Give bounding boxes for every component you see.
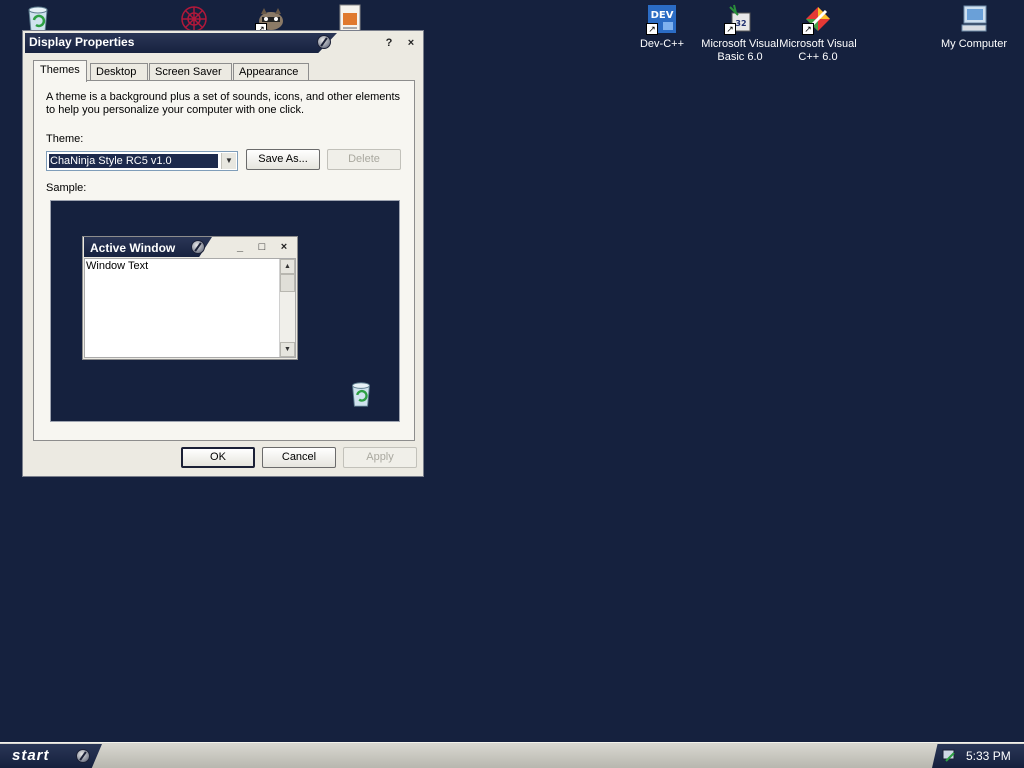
tab-screen-saver[interactable]: Screen Saver — [149, 63, 232, 81]
desktop-icon-visual-cpp[interactable]: ↗ Microsoft Visual C++ 6.0 — [778, 3, 858, 64]
sample-preview: Active Window _ □ × Window Text ▲ ▼ — [50, 200, 400, 422]
theme-orb-icon — [317, 35, 331, 49]
close-icon: × — [280, 241, 288, 253]
sample-scrollbar: ▲ ▼ — [279, 259, 295, 357]
scroll-thumb — [280, 274, 295, 292]
close-button[interactable]: × — [404, 36, 418, 50]
chevron-down-icon[interactable]: ▼ — [221, 153, 236, 169]
visual-basic-icon: 32 ↗ — [724, 3, 756, 35]
tray-network-icon[interactable] — [942, 748, 958, 764]
save-as-button[interactable]: Save As... — [246, 149, 320, 170]
scroll-down-icon: ▼ — [280, 342, 295, 357]
desktop: Re ↗ DEV ↗ Dev-C++ 32 ↗ Microsoft Visual… — [0, 0, 1024, 742]
minimize-icon: _ — [236, 241, 244, 253]
desktop-icon-dev-cpp[interactable]: DEV ↗ Dev-C++ — [622, 3, 702, 51]
shortcut-arrow-icon: ↗ — [724, 23, 736, 35]
help-button[interactable]: ? — [382, 36, 396, 50]
my-computer-icon — [958, 3, 990, 35]
clock[interactable]: 5:33 PM — [966, 749, 1011, 763]
start-button[interactable]: start — [0, 744, 102, 768]
sample-window-title: Active Window — [90, 241, 176, 255]
visual-cpp-icon: ↗ — [802, 3, 834, 35]
start-orb-icon — [76, 749, 90, 763]
theme-orb-icon — [191, 240, 205, 254]
svg-text:DEV: DEV — [651, 10, 674, 21]
window-title: Display Properties — [29, 35, 135, 49]
theme-description: A theme is a background plus a set of so… — [46, 91, 401, 116]
dev-cpp-icon: DEV ↗ — [646, 3, 678, 35]
recycle-bin-icon — [346, 379, 376, 409]
shortcut-arrow-icon: ↗ — [646, 23, 658, 35]
start-label: start — [12, 747, 50, 764]
title-bar[interactable]: Display Properties ? × — [23, 31, 423, 53]
desktop-icon-label: My Computer — [940, 38, 1008, 50]
taskbar: start 5:33 PM — [0, 742, 1024, 768]
cancel-button[interactable]: Cancel — [262, 447, 336, 468]
display-properties-window: Display Properties ? × Themes Desktop Sc… — [22, 30, 424, 477]
sample-client-area: Window Text ▲ ▼ — [84, 258, 296, 358]
desktop-icon-visual-basic[interactable]: 32 ↗ Microsoft Visual Basic 6.0 — [700, 3, 780, 64]
shortcut-arrow-icon: ↗ — [802, 23, 814, 35]
theme-dropdown-value: ChaNinja Style RC5 v1.0 — [49, 154, 218, 168]
desktop-icon-label: Dev-C++ — [639, 38, 685, 50]
sample-label: Sample: — [46, 182, 87, 194]
tab-appearance[interactable]: Appearance — [233, 63, 309, 81]
sample-active-window: Active Window _ □ × Window Text ▲ ▼ — [82, 236, 298, 360]
scroll-up-icon: ▲ — [280, 259, 295, 274]
desktop-icon-label: Microsoft Visual C++ 6.0 — [779, 38, 857, 63]
sample-window-text: Window Text — [86, 260, 149, 272]
svg-text:32: 32 — [735, 19, 746, 28]
tab-desktop[interactable]: Desktop — [90, 63, 148, 81]
desktop-icon-label: Microsoft Visual Basic 6.0 — [701, 38, 779, 63]
theme-label: Theme: — [46, 133, 84, 145]
apply-button[interactable]: Apply — [343, 447, 417, 468]
desktop-icon-my-computer[interactable]: My Computer — [934, 3, 1014, 51]
delete-button[interactable]: Delete — [327, 149, 401, 170]
ok-button[interactable]: OK — [181, 447, 255, 468]
system-tray: 5:33 PM — [932, 744, 1024, 768]
maximize-icon: □ — [258, 241, 266, 253]
tab-themes[interactable]: Themes — [33, 60, 87, 82]
theme-dropdown[interactable]: ChaNinja Style RC5 v1.0 ▼ — [46, 151, 238, 171]
